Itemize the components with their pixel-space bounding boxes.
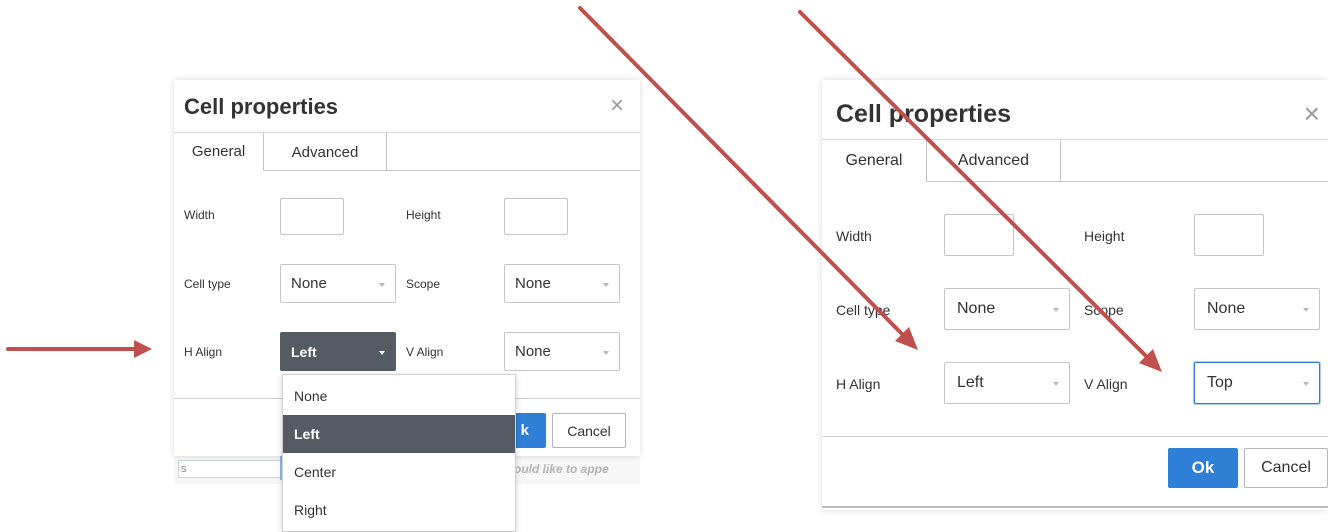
right-tab-bar: General Advanced (822, 139, 1328, 182)
right-bottom-divider (822, 506, 1328, 508)
left-v-align-select[interactable]: None (504, 332, 620, 371)
left-scope-select[interactable]: None (504, 264, 620, 303)
right-scope-label: Scope (1084, 302, 1124, 318)
left-cell-type-chevron-down-icon (379, 282, 385, 287)
right-cell-type-chevron-down-icon (1053, 308, 1059, 312)
right-cancel-button[interactable]: Cancel (1244, 448, 1328, 488)
h-align-dropdown-menu: None Left Center Right (282, 374, 516, 532)
left-v-align-value: None (515, 343, 551, 360)
right-tab-advanced[interactable]: Advanced (927, 140, 1061, 182)
left-close-icon[interactable]: × (610, 94, 624, 118)
right-footer-divider (822, 436, 1328, 437)
right-cell-type-label: Cell type (836, 302, 891, 318)
right-cell-type-value: None (957, 300, 996, 317)
left-tab-general[interactable]: General (174, 133, 264, 171)
left-scope-chevron-down-icon (603, 282, 609, 287)
right-h-align-chevron-down-icon (1053, 382, 1059, 386)
dropdown-option-left[interactable]: Left (283, 415, 515, 453)
left-height-label: Height (406, 208, 441, 222)
right-width-input[interactable] (944, 214, 1014, 256)
right-h-align-label: H Align (836, 376, 881, 392)
right-height-input[interactable] (1194, 214, 1264, 256)
left-h-align-value: Left (291, 343, 317, 360)
right-h-align-select[interactable]: Left (944, 362, 1070, 404)
right-scope-chevron-down-icon (1303, 308, 1309, 312)
right-v-align-label: V Align (1084, 376, 1128, 392)
left-cell-type-select[interactable]: None (280, 264, 396, 303)
right-v-align-select[interactable]: Top (1194, 362, 1320, 404)
right-cell-type-select[interactable]: None (944, 288, 1070, 330)
left-cell-type-label: Cell type (184, 277, 231, 291)
dropdown-option-center[interactable]: Center (283, 453, 515, 491)
right-ok-button[interactable]: Ok (1168, 448, 1238, 488)
dropdown-option-right[interactable]: Right (283, 491, 515, 529)
left-h-align-select[interactable]: Left (280, 332, 396, 371)
right-close-icon[interactable]: × (1304, 100, 1320, 128)
left-width-label: Width (184, 208, 215, 222)
left-width-input[interactable] (280, 198, 344, 235)
left-cancel-button[interactable]: Cancel (552, 413, 626, 448)
left-scope-label: Scope (406, 277, 441, 291)
right-scope-value: None (1207, 300, 1246, 317)
background-input: s (178, 460, 282, 478)
right-height-label: Height (1084, 228, 1125, 244)
left-tab-advanced[interactable]: Advanced (264, 133, 387, 171)
left-h-align-chevron-down-icon (379, 350, 385, 355)
right-v-align-value: Top (1207, 374, 1233, 391)
left-height-input[interactable] (504, 198, 568, 235)
left-scope-value: None (515, 275, 551, 292)
left-v-align-chevron-down-icon (603, 350, 609, 355)
dropdown-option-none[interactable]: None (283, 377, 515, 415)
left-v-align-label: V Align (406, 345, 444, 359)
left-tab-bar: General Advanced (174, 132, 640, 171)
right-v-align-chevron-down-icon (1303, 382, 1309, 386)
left-dialog-title: Cell properties (184, 94, 339, 119)
right-scope-select[interactable]: None (1194, 288, 1320, 330)
left-h-align-label: H Align (184, 345, 223, 359)
right-tab-general[interactable]: General (822, 140, 927, 182)
right-width-label: Width (836, 228, 872, 244)
left-cell-type-value: None (291, 275, 327, 292)
arrow-to-left-h-align (6, 340, 152, 358)
right-dialog-title: Cell properties (836, 100, 1012, 128)
background-hint-text: ould like to appe (514, 462, 609, 476)
right-h-align-value: Left (957, 374, 984, 391)
right-cell-properties-dialog: Cell properties × General Advanced Width… (822, 80, 1328, 510)
